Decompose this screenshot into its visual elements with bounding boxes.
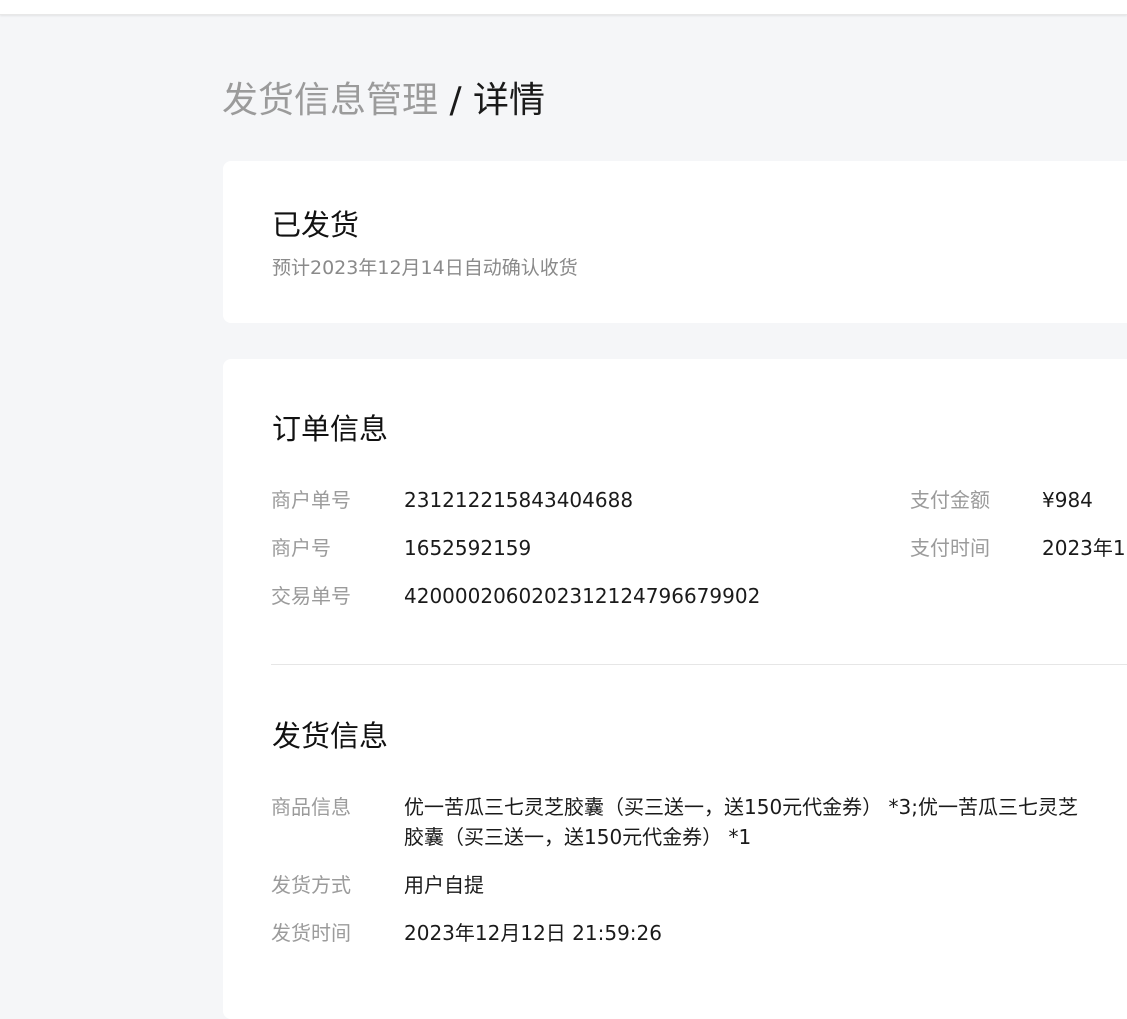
top-bar	[0, 0, 1127, 15]
transaction-no-value: 4200002060202312124796679902	[404, 584, 761, 608]
breadcrumb-current: 详情	[473, 80, 546, 121]
section-divider	[271, 664, 1127, 665]
pay-time-label: 支付时间	[910, 536, 990, 560]
ship-time-label: 发货时间	[271, 921, 351, 945]
shipping-section-title: 发货信息	[272, 719, 389, 753]
detail-card: 订单信息 商户单号 231212215843404688 商户号 1652592…	[223, 359, 1127, 1019]
breadcrumb: 发货信息管理 / 详情	[222, 78, 545, 124]
breadcrumb-separator: /	[438, 80, 474, 121]
ship-method-label: 发货方式	[271, 873, 351, 897]
merchant-id-label: 商户号	[271, 536, 331, 560]
merchant-id-value: 1652592159	[404, 536, 532, 560]
goods-label: 商品信息	[271, 795, 351, 819]
order-section-title: 订单信息	[272, 412, 389, 446]
goods-value: 优一苦瓜三七灵芝胶囊（买三送一，送150元代金券） *3;优一苦瓜三七灵芝胶囊（…	[404, 795, 1078, 849]
merchant-order-label: 商户单号	[271, 488, 351, 512]
pay-amount-value: ¥984	[1042, 488, 1093, 512]
pay-time-value: 2023年12	[1042, 536, 1127, 560]
breadcrumb-parent-link[interactable]: 发货信息管理	[222, 80, 438, 121]
ship-method-value: 用户自提	[404, 873, 484, 897]
pay-amount-label: 支付金额	[910, 488, 990, 512]
status-subtitle: 预计2023年12月14日自动确认收货	[272, 257, 578, 279]
status-card: 已发货 预计2023年12月14日自动确认收货	[223, 161, 1127, 323]
transaction-no-label: 交易单号	[271, 584, 351, 608]
merchant-order-value: 231212215843404688	[404, 488, 634, 512]
status-title: 已发货	[272, 208, 360, 242]
ship-time-value: 2023年12月12日 21:59:26	[404, 921, 662, 945]
